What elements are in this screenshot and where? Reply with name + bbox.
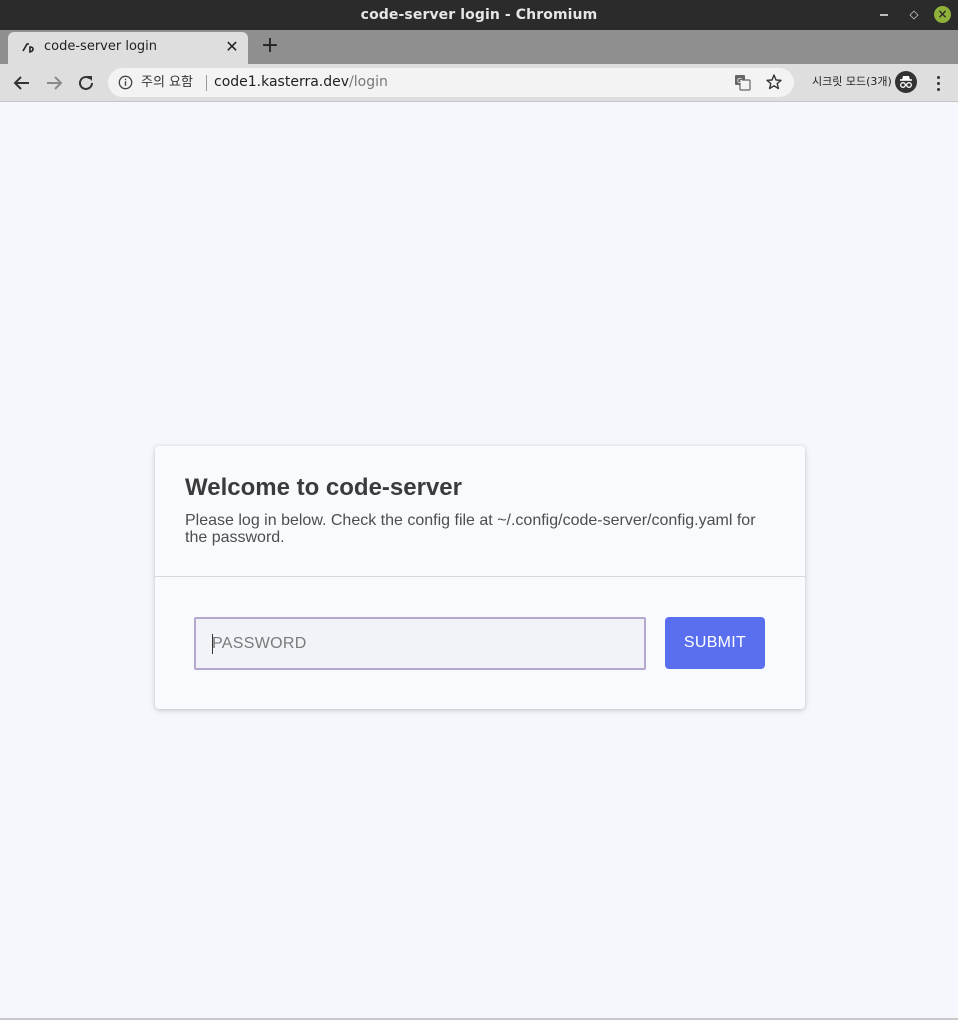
submit-button[interactable]: SUBMIT [665,617,765,669]
window-title: code-server login - Chromium [360,7,598,23]
url-path: /login [349,74,388,90]
translate-icon[interactable]: G [734,74,751,91]
more-menu-icon[interactable] [929,72,947,94]
maximize-icon[interactable] [906,7,922,23]
reload-icon[interactable] [75,72,97,94]
browser-toolbar: 주의 요함 code1.kasterra.dev/login G 시크릿 모드(… [0,64,958,102]
forward-arrow-icon[interactable] [43,72,65,94]
incognito-label[interactable]: 시크릿 모드(3개) [812,64,892,102]
address-separator [206,75,207,91]
incognito-icon[interactable] [895,71,917,93]
star-icon[interactable] [765,73,783,91]
page-content: Welcome to code-server Please log in bel… [0,102,958,1018]
code-server-favicon [22,43,34,53]
minimize-icon[interactable] [876,7,892,23]
password-input[interactable] [194,617,646,670]
login-heading: Welcome to code-server [185,474,462,501]
tab-close-icon[interactable]: ✕ [224,39,240,55]
info-icon[interactable] [118,75,133,90]
back-arrow-icon[interactable] [11,72,33,94]
svg-text:G: G [737,77,742,85]
login-card-header: Welcome to code-server Please log in bel… [155,446,805,577]
text-cursor [212,634,213,654]
url-host: code1.kasterra.dev [214,74,350,90]
tab-strip: code-server login ✕ + [0,30,958,64]
url-text[interactable]: code1.kasterra.dev/login [214,68,388,97]
new-tab-icon[interactable]: + [260,35,280,57]
login-card: Welcome to code-server Please log in bel… [155,446,805,709]
security-warning-label[interactable]: 주의 요함 [141,68,193,97]
window-close-icon[interactable]: × [934,6,951,23]
address-bar[interactable]: 주의 요함 code1.kasterra.dev/login G [108,68,794,97]
tab-title: code-server login [44,39,157,54]
tab-code-server-login[interactable]: code-server login ✕ [8,32,248,64]
window-titlebar: code-server login - Chromium × [0,0,958,30]
login-description: Please log in below. Check the config fi… [185,512,756,546]
